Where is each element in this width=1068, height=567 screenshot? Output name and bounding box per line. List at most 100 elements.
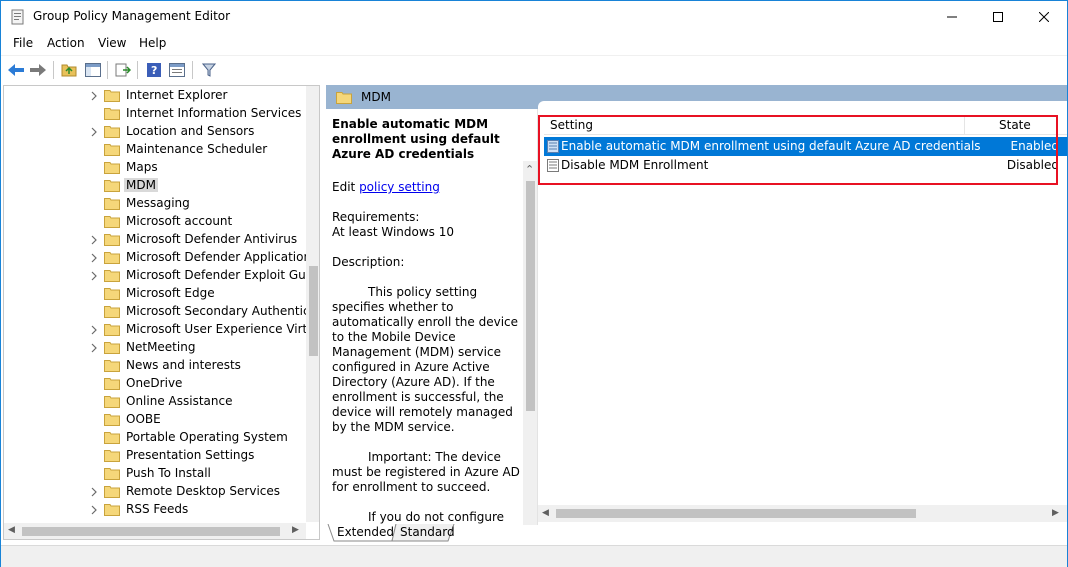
tree-item[interactable]: Microsoft Defender Antivirus (4, 231, 304, 249)
tree-item-label: News and interests (126, 358, 241, 372)
folder-icon (104, 468, 120, 480)
scroll-left-icon[interactable]: ◀ (8, 525, 15, 535)
title-bar: Group Policy Management Editor (1, 1, 1067, 33)
settings-row[interactable]: Disable MDM Enrollment Disabled (544, 156, 1067, 175)
chevron-right-icon[interactable] (89, 343, 99, 353)
tree-item[interactable]: OOBE (4, 411, 304, 429)
details-header-title: MDM (361, 90, 391, 104)
tree-scroll-thumb[interactable] (309, 266, 318, 356)
tree-item-label: Microsoft account (126, 214, 233, 228)
tree-item[interactable]: Microsoft Defender Exploit Guard (4, 267, 319, 285)
tree-item[interactable]: News and interests (4, 357, 304, 375)
tree-item[interactable]: MDM (4, 177, 304, 195)
tree-item[interactable]: Microsoft Defender Application Gu (4, 249, 319, 267)
tree-item[interactable]: Internet Information Services (4, 105, 304, 123)
minimize-button[interactable] (929, 1, 975, 33)
up-folder-button[interactable] (59, 60, 79, 80)
policy-setting-link[interactable]: policy setting (359, 180, 440, 194)
tree-item[interactable]: Internet Explorer (4, 87, 304, 105)
tree-item[interactable]: RSS Feeds (4, 501, 304, 519)
folder-icon (104, 306, 120, 318)
scroll-up-icon[interactable]: ⌃ (525, 163, 534, 176)
chevron-right-icon[interactable] (89, 91, 99, 101)
tree-item[interactable]: Push To Install (4, 465, 304, 483)
policy-setting-icon (547, 140, 559, 153)
scroll-left-icon[interactable]: ◀ (542, 508, 549, 518)
tree-item[interactable]: Messaging (4, 195, 304, 213)
scroll-right-icon[interactable]: ▶ (292, 525, 299, 535)
chevron-right-icon[interactable] (89, 325, 99, 335)
tree-item-label: Microsoft Defender Application Gu (126, 250, 320, 264)
list-horizontal-scrollbar[interactable]: ◀ ▶ (538, 505, 1067, 522)
tree-item[interactable]: Microsoft User Experience Virtuali (4, 321, 319, 339)
setting-state: Disabled (1006, 158, 1059, 172)
menu-action[interactable]: Action (47, 36, 85, 50)
tree-item-label: OOBE (126, 412, 161, 426)
description-paragraph-2: Important: The device must be registered… (332, 450, 520, 494)
forward-button[interactable] (28, 60, 48, 80)
close-button[interactable] (1021, 1, 1067, 33)
tree-item[interactable]: Location and Sensors (4, 123, 304, 141)
column-state[interactable]: State (999, 118, 1031, 132)
chevron-right-icon[interactable] (89, 487, 99, 497)
tree-item[interactable]: Microsoft account (4, 213, 304, 231)
tree-item-label: Microsoft Defender Antivirus (126, 232, 298, 246)
tree-hscroll-thumb[interactable] (22, 527, 280, 536)
export-list-button[interactable] (113, 60, 133, 80)
folder-icon (104, 198, 120, 210)
column-setting[interactable]: Setting (550, 118, 593, 132)
forward-arrow-icon (30, 64, 46, 76)
folder-icon (104, 414, 120, 426)
tree-item[interactable]: Microsoft Secondary Authenticatio (4, 303, 319, 321)
help-icon: ? (147, 63, 161, 77)
maximize-button[interactable] (975, 1, 1021, 33)
folder-up-icon (61, 64, 77, 77)
chevron-right-icon[interactable] (89, 271, 99, 281)
tree-horizontal-scrollbar[interactable]: ◀ ▶ (4, 523, 306, 539)
properties-button[interactable] (167, 60, 187, 80)
requirements-label: Requirements: (332, 210, 420, 224)
chevron-right-icon[interactable] (89, 235, 99, 245)
folder-icon (104, 270, 120, 282)
chevron-right-icon[interactable] (89, 253, 99, 263)
setting-name: Disable MDM Enrollment (561, 158, 709, 172)
list-hscroll-thumb[interactable] (556, 509, 916, 518)
back-button[interactable] (6, 60, 26, 80)
chevron-right-icon[interactable] (89, 505, 99, 515)
tree-item[interactable]: Maintenance Scheduler (4, 141, 304, 159)
tab-standard[interactable]: Standard (392, 524, 463, 542)
tree-item[interactable]: Remote Desktop Services (4, 483, 304, 501)
scroll-right-icon[interactable]: ▶ (1052, 508, 1059, 518)
column-separator[interactable] (964, 115, 965, 135)
menu-help[interactable]: Help (139, 36, 166, 50)
description-scrollbar[interactable]: ⌃ ⌄ (523, 161, 537, 525)
tree-item[interactable]: Maps (4, 159, 304, 177)
tree-item[interactable]: Online Assistance (4, 393, 304, 411)
chevron-right-icon[interactable] (89, 127, 99, 137)
folder-icon (104, 216, 120, 228)
tree-vertical-scrollbar[interactable] (306, 86, 319, 522)
back-arrow-icon (8, 64, 24, 76)
description-scroll-thumb[interactable] (526, 181, 535, 411)
close-icon (1039, 12, 1049, 22)
show-hide-tree-button[interactable] (83, 60, 103, 80)
tree-item[interactable]: Presentation Settings (4, 447, 304, 465)
tree-item-label: Online Assistance (126, 394, 233, 408)
toolbar-separator (137, 61, 138, 79)
folder-icon (104, 504, 120, 516)
tree-item[interactable]: Microsoft Edge (4, 285, 304, 303)
filter-button[interactable] (199, 60, 219, 80)
tree-item-label: Maps (126, 160, 158, 174)
tree-item[interactable]: NetMeeting (4, 339, 304, 357)
menu-view[interactable]: View (98, 36, 126, 50)
folder-icon (104, 396, 120, 408)
folder-icon (104, 252, 120, 264)
help-button[interactable]: ? (144, 60, 164, 80)
tree-item[interactable]: OneDrive (4, 375, 304, 393)
tree-item[interactable]: Portable Operating System (4, 429, 304, 447)
folder-icon (104, 90, 120, 102)
settings-row[interactable]: Enable automatic MDM enrollment using de… (544, 137, 1067, 156)
folder-icon (104, 108, 120, 120)
folder-icon (104, 126, 120, 138)
menu-file[interactable]: File (13, 36, 33, 50)
